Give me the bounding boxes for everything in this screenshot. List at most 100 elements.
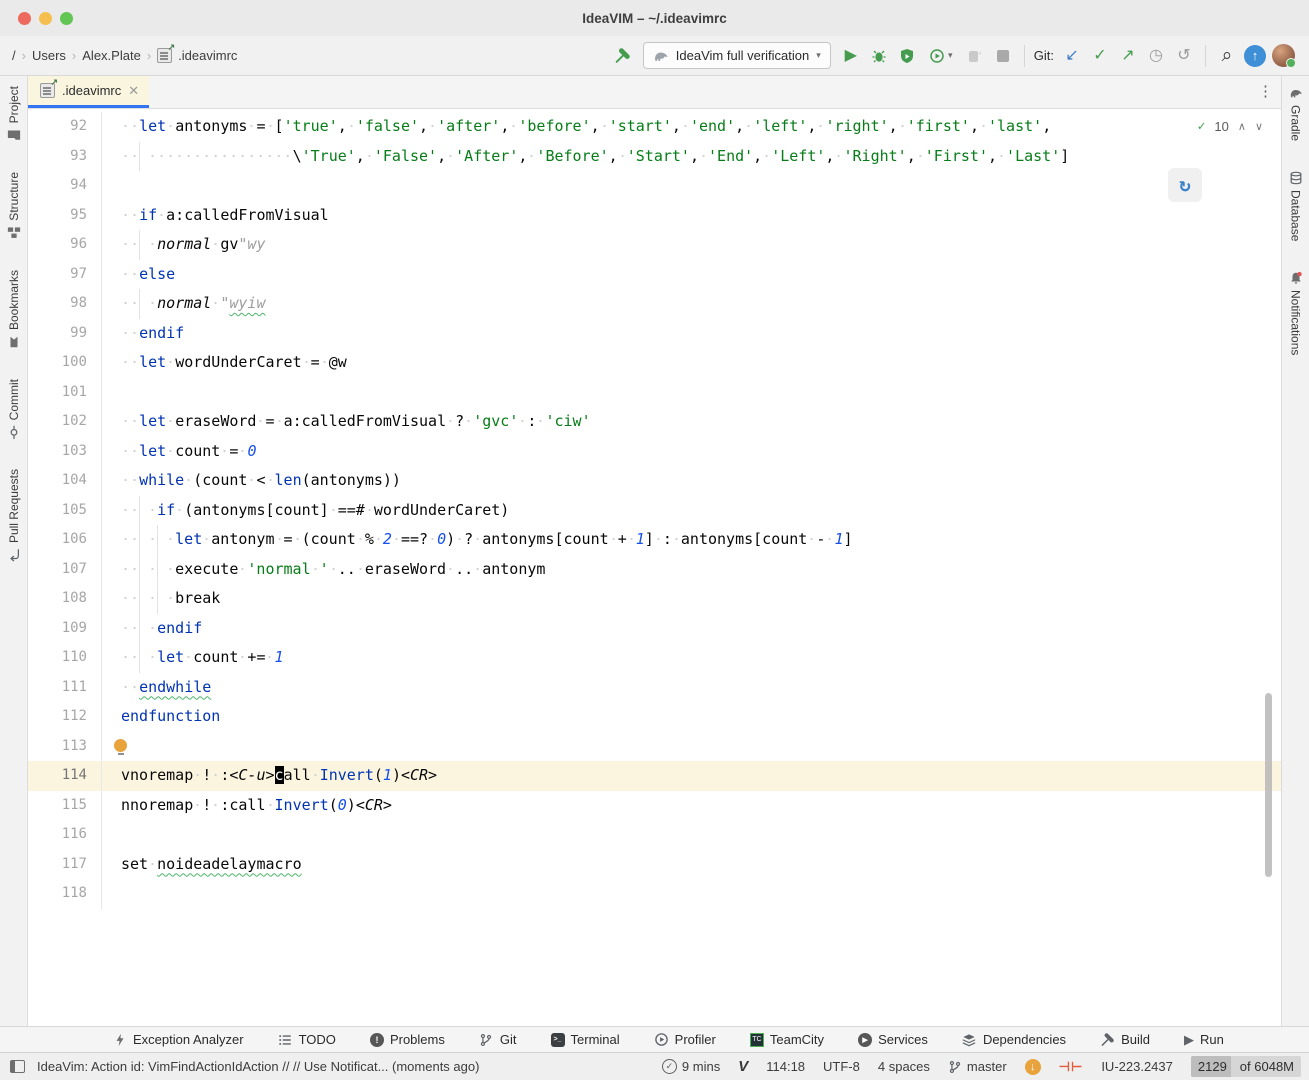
line-number[interactable]: 114 [28,761,102,791]
code-line[interactable]: 111 endwhile [28,672,1281,702]
line-number[interactable]: 104 [28,466,102,496]
line-number[interactable]: 118 [28,879,102,909]
line-number[interactable]: 116 [28,820,102,850]
line-number[interactable]: 117 [28,849,102,879]
breadcrumb-alex-plate[interactable]: Alex.Plate [82,48,141,63]
line-number[interactable]: 105 [28,495,102,525]
toolwindow-terminal[interactable]: >_ Terminal [550,1032,620,1047]
git-branch-widget[interactable]: master [948,1059,1007,1074]
user-account-button[interactable] [1269,42,1297,70]
encoding-widget[interactable]: UTF-8 [823,1059,860,1074]
breadcrumb-users[interactable]: Users [32,48,66,63]
code-line[interactable]: 99 endif [28,318,1281,348]
editor-scrollbar[interactable] [1265,693,1272,877]
background-update-widget[interactable]: ↓ [1024,1058,1041,1075]
line-number[interactable]: 115 [28,790,102,820]
toolwindow-profiler[interactable]: Profiler [654,1032,716,1047]
line-number[interactable]: 93 [28,141,102,171]
line-number[interactable]: 111 [28,672,102,702]
debug-button[interactable] [865,42,893,70]
git-push-button[interactable]: ↗ [1114,42,1142,70]
ideavim-widget[interactable]: V [738,1058,748,1075]
sidebar-item-pull-requests[interactable]: Pull Requests [7,469,21,562]
line-number[interactable]: 106 [28,525,102,555]
git-commit-button[interactable]: ✓ [1086,42,1114,70]
profile-button[interactable]: ▾ [921,42,961,70]
code-line[interactable]: 97 else [28,259,1281,289]
sidebar-item-bookmarks[interactable]: Bookmarks [7,270,21,349]
sidebar-item-database[interactable]: Database [1289,171,1303,241]
line-number[interactable]: 95 [28,200,102,230]
line-number[interactable]: 108 [28,584,102,614]
code-line[interactable]: 114 vnoremap ! :<C-u>call Invert(1)<CR> [28,761,1281,791]
caret-position-widget[interactable]: 114:18 [766,1059,805,1074]
stop-button[interactable] [989,42,1017,70]
line-number[interactable]: 107 [28,554,102,584]
run-with-coverage-button[interactable] [893,42,921,70]
memory-indicator[interactable]: 2129 of 6048M [1190,1056,1301,1077]
close-icon[interactable]: ✕ [128,83,139,99]
toolwindow-git[interactable]: Git [479,1032,517,1047]
line-number[interactable]: 92 [28,112,102,142]
code-line[interactable]: 98 normal "wyiw [28,289,1281,319]
line-number[interactable]: 98 [28,289,102,319]
sidebar-item-commit[interactable]: Commit [7,379,21,440]
code-line[interactable]: 116 [28,820,1281,850]
ide-update-button[interactable]: ↑ [1241,42,1269,70]
toolwindow-build[interactable]: Build [1100,1032,1150,1047]
toolwindow-dependencies[interactable]: Dependencies [962,1032,1066,1047]
line-number[interactable]: 96 [28,230,102,260]
editor[interactable]: 92 let antonyms = ['true', 'false', 'aft… [28,109,1281,1026]
breadcrumb-file[interactable]: .ideavimrc [178,48,237,63]
status-message[interactable]: IdeaVim: Action id: VimFindActionIdActio… [37,1059,479,1074]
search-everywhere-button[interactable]: ⌕ [1213,42,1241,70]
code-line[interactable]: 107 execute 'normal ' .. eraseWord .. an… [28,554,1281,584]
line-number[interactable]: 113 [28,731,102,761]
line-number[interactable]: 103 [28,436,102,466]
plugin-indicator-widget[interactable]: ⊣⊢ [1059,1059,1084,1075]
toolwindow-exception-analyzer[interactable]: Exception Analyzer [112,1032,244,1047]
toolwindow-problems[interactable]: ! Problems [369,1032,445,1047]
line-number[interactable]: 101 [28,377,102,407]
line-number[interactable]: 112 [28,702,102,732]
code-line[interactable]: 95 if a:calledFromVisual [28,200,1281,230]
code-line[interactable]: 94 [28,171,1281,201]
code-line[interactable]: 100 let wordUnderCaret = @w [28,348,1281,378]
tool-window-layout-icon[interactable] [10,1060,25,1073]
code-line[interactable]: 92 let antonyms = ['true', 'false', 'aft… [28,112,1281,142]
line-number[interactable]: 94 [28,171,102,201]
run-configuration-select[interactable]: IdeaVim full verification ▾ [642,42,831,69]
line-number[interactable]: 110 [28,643,102,673]
sidebar-item-notifications[interactable]: Notifications [1289,271,1303,356]
intention-bulb-icon[interactable] [114,738,127,755]
code-line[interactable]: 109 endif [28,613,1281,643]
breadcrumb-root[interactable]: / [12,48,16,63]
git-update-button[interactable]: ↙ [1058,42,1086,70]
code-line[interactable]: 115 nnoremap ! :call Invert(0)<CR> [28,790,1281,820]
line-number[interactable]: 102 [28,407,102,437]
line-number[interactable]: 97 [28,259,102,289]
code-line[interactable]: 106 let antonym = (count % 2 ==? 0) ? an… [28,525,1281,555]
code-line[interactable]: 117 set noideadelaymacro [28,849,1281,879]
next-problem-icon[interactable]: ∨ [1255,120,1263,133]
code-line[interactable]: 113 [28,731,1281,761]
previous-problem-icon[interactable]: ∧ [1238,120,1246,133]
toolwindow-services[interactable]: ▶ Services [858,1032,928,1047]
line-number[interactable]: 100 [28,348,102,378]
git-rollback-button[interactable]: ↺ [1170,42,1198,70]
build-hammer-button[interactable] [609,42,637,70]
teamcity-remote-run-button-disabled[interactable] [961,42,989,70]
toolwindow-teamcity[interactable]: TC TeamCity [749,1032,824,1047]
sidebar-item-project[interactable]: Project [7,86,21,142]
code-line[interactable]: 110 let count += 1 [28,643,1281,673]
code-line[interactable]: 103 let count = 0 [28,436,1281,466]
line-number[interactable]: 99 [28,318,102,348]
tab-options-icon[interactable]: ⋮ [1258,82,1273,100]
code-line[interactable]: 101 [28,377,1281,407]
run-button[interactable]: ▶ [837,42,865,70]
sidebar-item-gradle[interactable]: Gradle [1289,86,1303,141]
code-line[interactable]: 105 if (antonyms[count] ==# wordUnderCar… [28,495,1281,525]
code-line[interactable]: 118 [28,879,1281,909]
time-tracker-widget[interactable]: ✓ 9 mins [661,1059,720,1074]
code-line[interactable]: 108 break [28,584,1281,614]
